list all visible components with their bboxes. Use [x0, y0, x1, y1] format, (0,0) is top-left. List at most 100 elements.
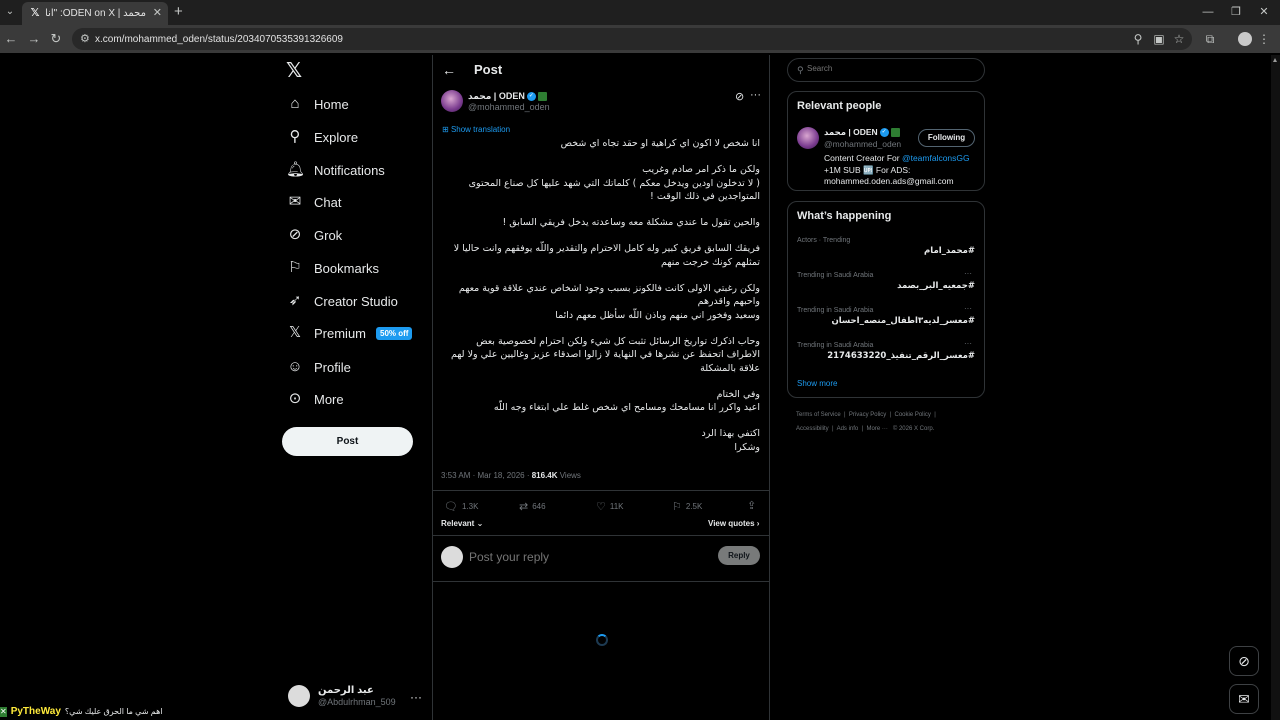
nav-profile[interactable]: ☺ Profile	[286, 355, 351, 379]
browser-toolbar: ← → ↻ ⚙ x.com/mohammed_oden/status/20340…	[0, 25, 1280, 53]
cast-icon[interactable]: ▣	[1151, 31, 1167, 47]
nav-premium[interactable]: 𝕏 Premium 50% off	[286, 321, 413, 345]
trend-more-icon[interactable]: ···	[964, 269, 972, 278]
new-tab-icon[interactable]: +	[174, 4, 183, 20]
browser-tab[interactable]: 𝕏 محمد | ODEN on X: "انا شخص لا ✕	[22, 2, 168, 25]
browser-menu-icon[interactable]: ⋮	[1256, 31, 1272, 47]
bookmark-star-icon[interactable]: ☆	[1171, 31, 1187, 47]
maximize-icon[interactable]: ❐	[1226, 4, 1246, 20]
verified-badge-icon: ✓	[879, 128, 889, 138]
show-translation-text: Show translation	[450, 125, 511, 134]
bookmark-action[interactable]: ⚐ 2.5K	[672, 500, 702, 513]
relevant-people-card: Relevant people محمد | ODEN ✓ @mohammed_o…	[787, 91, 985, 191]
search-icon: ⚲	[797, 65, 804, 75]
person-handle[interactable]: @mohammed_oden	[824, 139, 901, 149]
bookmark-icon: ⚐	[672, 501, 682, 513]
nav-label: Home	[314, 96, 349, 112]
footer-accessibility-link[interactable]: Accessibility	[796, 426, 829, 432]
trend-item[interactable]: #جمعيه_البر_بصمد	[897, 281, 975, 291]
footer-more-link[interactable]: More ···	[867, 426, 888, 432]
nav-home[interactable]: ⌂ Home	[286, 92, 349, 116]
nav-chat[interactable]: ✉ Chat	[286, 190, 342, 214]
footer-ads-link[interactable]: Ads info	[837, 426, 859, 432]
grok-float-icon[interactable]: ⊘	[1229, 646, 1259, 676]
share-icon[interactable]: ⇪	[747, 499, 756, 512]
view-quotes-text: View quotes	[708, 519, 755, 528]
mail-icon: ✉	[288, 193, 302, 210]
trend-item[interactable]: #محمد_امام	[924, 246, 975, 256]
nav-label: Explore	[314, 129, 359, 145]
scrollbar[interactable]	[1271, 55, 1280, 720]
footer-terms-link[interactable]: Terms of Service	[796, 412, 841, 418]
bio-mention-link[interactable]: @teamfalconsGG	[902, 153, 970, 163]
like-action[interactable]: ♡ 11K	[596, 500, 624, 513]
nav-explore[interactable]: ⚲ Explore	[286, 125, 359, 149]
account-avatar[interactable]	[288, 685, 310, 707]
bio-text: Content Creator For	[824, 153, 902, 163]
account-more-icon[interactable]: ···	[410, 690, 422, 704]
tab-search-chevron-icon[interactable]: ⌄	[3, 5, 17, 19]
post-more-icon[interactable]: ···	[750, 89, 761, 101]
following-button[interactable]: Following	[918, 129, 975, 147]
grok-icon[interactable]: ⊘	[735, 90, 744, 103]
repost-action[interactable]: ⇄ 646	[519, 500, 546, 513]
back-arrow-icon[interactable]: ←	[442, 62, 456, 78]
messages-float-icon[interactable]: ✉	[1229, 684, 1259, 714]
nav-creator-studio[interactable]: ➶ Creator Studio	[286, 289, 398, 313]
sort-relevant-dropdown[interactable]: Relevant ⌄	[441, 519, 483, 528]
show-translation-link[interactable]: ⊞ Show translation	[442, 125, 510, 134]
footer-cookie-link[interactable]: Cookie Policy	[895, 412, 931, 418]
compose-post-button[interactable]: Post	[282, 427, 413, 456]
reply-icon: 🗨︎	[444, 501, 458, 513]
trend-more-icon[interactable]: ···	[964, 304, 972, 313]
window-close-icon[interactable]: ✕	[1254, 4, 1274, 20]
person-avatar[interactable]	[797, 127, 819, 149]
nav-grok[interactable]: ⊘ Grok	[286, 223, 342, 247]
address-bar[interactable]: ⚙ x.com/mohammed_oden/status/20340705353…	[72, 28, 1192, 50]
reply-button[interactable]: Reply	[718, 546, 760, 565]
author-avatar[interactable]	[441, 90, 463, 112]
footer-copyright: © 2026 X Corp.	[892, 425, 935, 432]
view-quotes-link[interactable]: View quotes ›	[708, 519, 759, 528]
trend-more-icon[interactable]: ···	[964, 339, 972, 348]
extensions-icon[interactable]: ⧉	[1202, 31, 1218, 47]
replies-count: 1.3K	[461, 502, 479, 511]
reload-icon[interactable]: ↻	[48, 31, 64, 47]
browser-profile-avatar[interactable]	[1238, 32, 1252, 46]
zoom-icon[interactable]: ⚲	[1130, 31, 1146, 47]
person-name[interactable]: محمد | ODEN ✓	[824, 127, 900, 138]
show-more-link[interactable]: Show more	[797, 379, 837, 388]
author-name[interactable]: محمد | ODEN ✓	[468, 91, 547, 102]
post-paragraph: وحاب اذكرك تواريخ الرسائل تثبت كل شيء ول…	[450, 335, 760, 374]
x-logo-icon[interactable]: 𝕏	[286, 60, 302, 82]
account-handle[interactable]: @Abdulrhman_509	[318, 697, 396, 707]
trend-item[interactable]: #معسر_لديه٣اطفال_منصه_احسان	[831, 316, 975, 326]
account-name[interactable]: عبد الرحمن	[318, 685, 374, 696]
reply-avatar	[441, 546, 463, 568]
author-name-text: محمد | ODEN	[468, 91, 525, 101]
back-icon[interactable]: ←	[3, 31, 19, 47]
nav-notifications[interactable]: 🔔︎ Notifications	[286, 158, 385, 182]
minimize-icon[interactable]: —	[1198, 4, 1218, 20]
nav-label: Creator Studio	[314, 293, 398, 309]
reply-action[interactable]: 🗨︎ 1.3K	[444, 500, 478, 513]
bookmarks-count: 2.5K	[685, 502, 703, 511]
footer-privacy-link[interactable]: Privacy Policy	[849, 412, 886, 418]
url-text[interactable]: x.com/mohammed_oden/status/2034070535391…	[95, 33, 343, 46]
search-input[interactable]	[807, 64, 977, 73]
search-box[interactable]: ⚲	[787, 58, 985, 82]
forward-icon[interactable]: →	[26, 31, 42, 47]
reply-input[interactable]	[469, 549, 699, 565]
overlay-logo-icon: ✕	[0, 706, 7, 717]
nav-more[interactable]: ⊙ More	[286, 387, 344, 411]
author-handle[interactable]: @mohammed_oden	[468, 102, 550, 112]
scroll-up-arrow-icon[interactable]	[1273, 58, 1278, 64]
tab-close-icon[interactable]: ✕	[153, 6, 162, 20]
trend-item[interactable]: #معسر_الرقم_تنفيذ_2174633220	[827, 351, 975, 361]
site-info-icon[interactable]: ⚙	[80, 32, 90, 46]
loading-spinner	[596, 634, 608, 646]
nav-label: More	[314, 391, 344, 407]
divider	[433, 490, 769, 491]
post-timestamp[interactable]: 3:53 AM · Mar 18, 2026 · 816.4K Views	[441, 471, 581, 480]
nav-bookmarks[interactable]: ⚐ Bookmarks	[286, 256, 379, 280]
